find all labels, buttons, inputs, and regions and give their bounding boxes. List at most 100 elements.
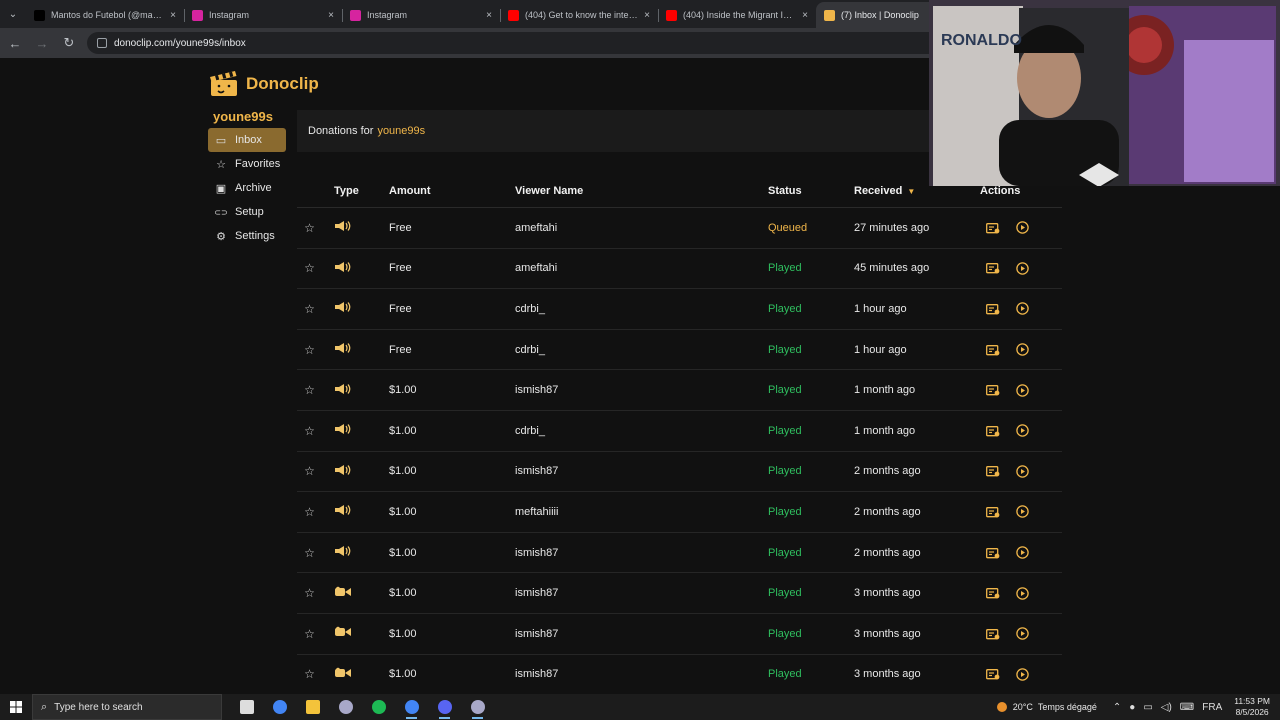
cell-amount: $1.00	[389, 465, 417, 478]
address-bar[interactable]: donoclip.com/youne99s/inbox	[87, 32, 987, 54]
file-explorer-icon[interactable]	[296, 694, 329, 720]
tab-search-icon[interactable]: ⌄	[0, 0, 26, 28]
windows-start-button[interactable]	[0, 694, 32, 720]
close-tab-icon[interactable]: ×	[802, 10, 808, 21]
taskbar-search-box[interactable]: ⌕ Type here to search	[32, 694, 222, 720]
favorite-star-icon[interactable]: ☆	[297, 221, 322, 235]
favorite-star-icon[interactable]: ☆	[297, 343, 322, 357]
sidebar-item-settings[interactable]: ⚙ Settings	[208, 224, 286, 248]
play-circle-icon[interactable]	[1015, 343, 1029, 357]
cell-status: Played	[768, 465, 802, 478]
cell-amount: $1.00	[389, 505, 417, 518]
sidebar-item-favorites[interactable]: ☆ Favorites	[208, 152, 286, 176]
play-circle-icon[interactable]	[1015, 424, 1029, 438]
add-to-playlist-icon[interactable]	[986, 464, 1000, 478]
back-icon[interactable]: ←	[3, 31, 27, 55]
favorite-star-icon[interactable]: ☆	[297, 261, 322, 275]
microphone-icon[interactable]: ●	[1129, 702, 1135, 713]
chevron-up-icon[interactable]: ⌃	[1113, 702, 1121, 713]
cell-actions	[980, 667, 1062, 681]
donoclip-logo[interactable]: Donoclip	[209, 70, 319, 98]
add-to-playlist-icon[interactable]	[986, 667, 1000, 681]
add-to-playlist-icon[interactable]	[986, 261, 1000, 275]
favorite-star-icon[interactable]: ☆	[297, 302, 322, 316]
play-circle-icon[interactable]	[1015, 505, 1029, 519]
add-to-playlist-icon[interactable]	[986, 424, 1000, 438]
favorite-star-icon[interactable]: ☆	[297, 505, 322, 519]
favorite-star-icon[interactable]: ☆	[297, 586, 322, 600]
play-circle-icon[interactable]	[1015, 221, 1029, 235]
keyboard-icon[interactable]: ⌨	[1180, 702, 1194, 713]
cell-amount: $1.00	[389, 546, 417, 559]
cell-actions	[980, 302, 1062, 316]
clock[interactable]: 11:53 PM 8/5/2026	[1234, 696, 1270, 718]
play-circle-icon[interactable]	[1015, 546, 1029, 560]
spotify-icon[interactable]	[362, 694, 395, 720]
header-status[interactable]: Status	[768, 185, 854, 197]
cell-type	[322, 383, 389, 398]
cell-amount: Free	[389, 221, 412, 234]
favorite-star-icon[interactable]: ☆	[297, 667, 322, 681]
favorite-star-icon[interactable]: ☆	[297, 546, 322, 560]
add-to-playlist-icon[interactable]	[986, 546, 1000, 560]
browser-tab[interactable]: (404) Inside the Migrant Invasio ×	[658, 2, 816, 28]
language-indicator[interactable]: FRA	[1202, 702, 1222, 713]
sidebar-item-setup[interactable]: ⊂⊃ Setup	[208, 200, 286, 224]
cell-received: 3 months ago	[854, 587, 921, 600]
chrome-icon[interactable]	[263, 694, 296, 720]
table-row: ☆ $1.00 ismish87 Played 2 months ago	[297, 533, 1062, 574]
task-view-icon[interactable]	[230, 694, 263, 720]
sidebar-item-label: Settings	[235, 230, 275, 242]
close-tab-icon[interactable]: ×	[328, 10, 334, 21]
add-to-playlist-icon[interactable]	[986, 221, 1000, 235]
browser-tab[interactable]: (404) Get to know the interiors ×	[500, 2, 658, 28]
play-circle-icon[interactable]	[1015, 302, 1029, 316]
cell-status: Played	[768, 627, 802, 640]
favorite-star-icon[interactable]: ☆	[297, 464, 322, 478]
header-viewer[interactable]: Viewer Name	[515, 185, 768, 197]
play-circle-icon[interactable]	[1015, 627, 1029, 641]
close-tab-icon[interactable]: ×	[644, 10, 650, 21]
tab-title: (404) Inside the Migrant Invasio	[683, 10, 796, 20]
volume-icon[interactable]: ◁)	[1161, 702, 1172, 713]
add-to-playlist-icon[interactable]	[986, 302, 1000, 316]
close-tab-icon[interactable]: ×	[170, 10, 176, 21]
favorite-star-icon[interactable]: ☆	[297, 627, 322, 641]
network-icon[interactable]: ▭	[1143, 702, 1152, 713]
cell-status: Played	[768, 668, 802, 681]
forward-icon[interactable]: →	[30, 31, 54, 55]
cell-viewer-name: ismish87	[515, 465, 559, 478]
header-received[interactable]: Received ▼	[854, 185, 980, 197]
browser-tab[interactable]: Mantos do Futebol (@mantosd ×	[26, 2, 184, 28]
site-info-icon[interactable]	[97, 38, 107, 48]
table-row: ☆ Free cdrbi_ Played 1 hour ago	[297, 289, 1062, 330]
weather-widget[interactable]: 20°C Temps dégagé	[996, 702, 1097, 712]
discord-icon[interactable]	[428, 694, 461, 720]
add-to-playlist-icon[interactable]	[986, 505, 1000, 519]
cell-received: 2 months ago	[854, 546, 921, 559]
app-icon[interactable]	[329, 694, 362, 720]
browser-tab[interactable]: Instagram ×	[342, 2, 500, 28]
favorite-star-icon[interactable]: ☆	[297, 424, 322, 438]
chrome-icon[interactable]	[395, 694, 428, 720]
play-circle-icon[interactable]	[1015, 464, 1029, 478]
sidebar-item-inbox[interactable]: ▭ Inbox	[208, 128, 286, 152]
play-circle-icon[interactable]	[1015, 586, 1029, 600]
reload-icon[interactable]: ↻	[57, 31, 81, 55]
close-tab-icon[interactable]: ×	[486, 10, 492, 21]
play-circle-icon[interactable]	[1015, 383, 1029, 397]
sidebar-item-archive[interactable]: ▣ Archive	[208, 176, 286, 200]
add-to-playlist-icon[interactable]	[986, 586, 1000, 600]
play-circle-icon[interactable]	[1015, 261, 1029, 275]
play-circle-icon[interactable]	[1015, 667, 1029, 681]
browser-tab[interactable]: Instagram ×	[184, 2, 342, 28]
favorite-star-icon[interactable]: ☆	[297, 383, 322, 397]
header-type[interactable]: Type	[322, 185, 389, 197]
app-icon[interactable]	[461, 694, 494, 720]
add-to-playlist-icon[interactable]	[986, 343, 1000, 357]
header-amount[interactable]: Amount	[389, 185, 515, 197]
donations-owner[interactable]: youne99s	[377, 125, 425, 137]
add-to-playlist-icon[interactable]	[986, 627, 1000, 641]
cell-amount: $1.00	[389, 424, 417, 437]
add-to-playlist-icon[interactable]	[986, 383, 1000, 397]
